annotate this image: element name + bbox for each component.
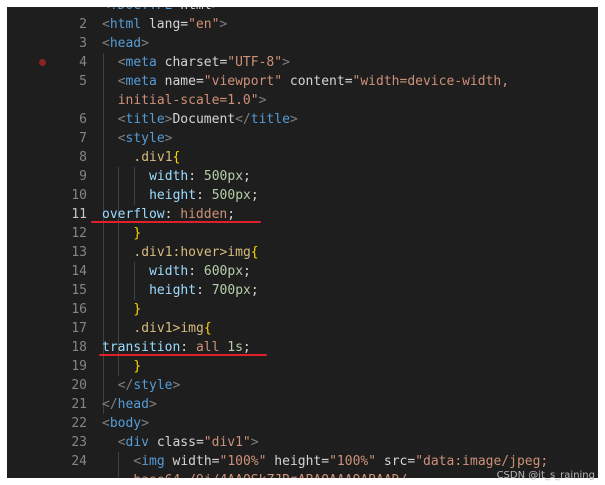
code-text: .div1:hover>img{ [133, 245, 259, 260]
code-line[interactable]: <!DOCTYPE html> [7, 7, 598, 15]
code-text: } [133, 302, 142, 317]
line-number: 19 [71, 359, 87, 374]
code-line[interactable]: 6 <title>Document</title> [7, 110, 598, 129]
code-line[interactable]: 2 <html lang="en"> [7, 15, 598, 34]
annotation-underline [99, 354, 267, 356]
code-line[interactable]: 22 <body> [7, 414, 598, 433]
code-text: <img width="100%" height="100%" src="dat… [133, 454, 549, 469]
code-line[interactable]: 16} [7, 300, 598, 319]
code-text: width: 600px; [149, 264, 251, 279]
code-line[interactable]: 18 transition: all 1s; [7, 338, 598, 357]
line-number: 22 [71, 416, 87, 431]
line-number [7, 471, 87, 478]
line-number: 4 [79, 55, 87, 70]
code-line[interactable]: 12} [7, 224, 598, 243]
code-editor[interactable]: <!DOCTYPE html> 2 <html lang="en"> 3 <head> 4… [7, 7, 598, 478]
line-number: 2 [79, 17, 87, 32]
code-text: <head> [102, 36, 149, 51]
code-line[interactable]: 4 <meta charset="UTF-8"> [7, 53, 598, 72]
line-number: 21 [71, 397, 87, 412]
code-line[interactable]: 19} [7, 357, 598, 376]
code-line[interactable]: 15 height: 700px; [7, 281, 598, 300]
code-line[interactable]: 10 height: 500px; [7, 186, 598, 205]
code-line[interactable]: 14 width: 600px; [7, 262, 598, 281]
code-line[interactable]: 20 </style> [7, 376, 598, 395]
line-number: 6 [79, 112, 87, 127]
code-line[interactable]: 3 <head> [7, 34, 598, 53]
code-text: height: 700px; [149, 283, 259, 298]
code-text: </head> [102, 397, 157, 412]
annotation-underline [91, 221, 261, 223]
line-number [7, 7, 87, 15]
code-text: width: 500px; [149, 169, 251, 184]
line-number: 24 [71, 454, 87, 469]
breakpoint-icon[interactable] [39, 59, 46, 66]
code-text: <style> [117, 131, 173, 146]
code-text: <body> [102, 416, 149, 431]
line-number: 17 [71, 321, 87, 336]
code-text: <html lang="en"> [102, 17, 228, 32]
code-line[interactable]: 24 <img width="100%" height="100%" src="d… [7, 452, 598, 471]
code-line[interactable]: 23 <div class="div1"> [7, 433, 598, 452]
line-number: 18 [71, 340, 87, 355]
line-number: 13 [71, 245, 87, 260]
line-number: 9 [79, 169, 87, 184]
line-number: 14 [71, 264, 87, 279]
line-number: 7 [79, 131, 87, 146]
line-number: 11 [71, 207, 87, 222]
code-line[interactable]: 5 <meta name="viewport" content="width=de… [7, 72, 598, 91]
line-number: 16 [71, 302, 87, 317]
code-text: </style> [117, 378, 181, 393]
code-line[interactable]: 17 .div1>img{ [7, 319, 598, 338]
line-number: 10 [71, 188, 87, 203]
line-number: 3 [79, 36, 87, 51]
code-text: <meta charset="UTF-8"> [117, 55, 290, 70]
code-line[interactable]: 13 .div1:hover>img{ [7, 243, 598, 262]
code-line[interactable]: 7 <style> [7, 129, 598, 148]
code-text: } [133, 226, 142, 241]
code-text: <!DOCTYPE html> [102, 7, 219, 15]
line-number: 5 [79, 74, 87, 89]
code-text: initial-scale=1.0"> [117, 93, 267, 108]
line-number: 8 [79, 150, 87, 165]
code-text: .div1{ [133, 150, 181, 165]
code-text: height: 500px; [149, 188, 259, 203]
line-number: 12 [71, 226, 87, 241]
code-text: <title>Document</title> [117, 112, 298, 127]
line-number: 15 [71, 283, 87, 298]
code-text: base64,/9j/4AAQSkZJRgABAQAAAQABAAD/ [133, 471, 407, 478]
code-text: } [133, 359, 142, 374]
code-text: .div1>img{ [133, 321, 212, 336]
code-line[interactable]: 21 </head> [7, 395, 598, 414]
code-text: <meta name="viewport" content="width=dev… [117, 74, 510, 89]
watermark: CSDN @it_s_raining [496, 470, 595, 481]
code-line[interactable]: initial-scale=1.0"> [7, 91, 598, 110]
line-number: 23 [71, 435, 87, 450]
code-text: <div class="div1"> [117, 435, 259, 450]
line-number: 20 [71, 378, 87, 393]
line-number [7, 91, 87, 110]
code-line[interactable]: 8 .div1{ [7, 148, 598, 167]
code-line[interactable]: 9 width: 500px; [7, 167, 598, 186]
